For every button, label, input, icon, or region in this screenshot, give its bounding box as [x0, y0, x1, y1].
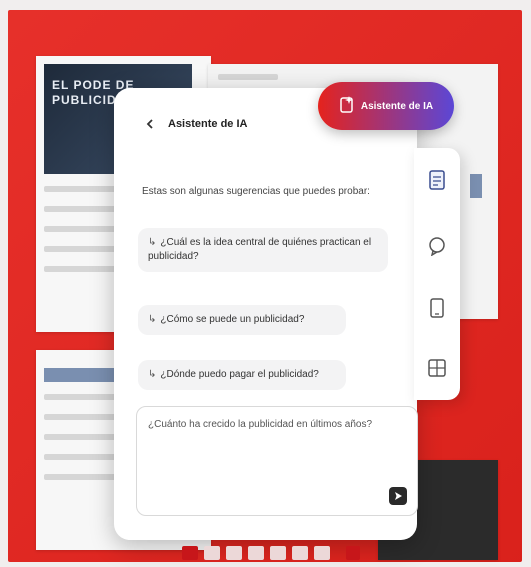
suggestions-intro: Estas son algunas sugerencias que puedes…: [142, 186, 370, 197]
chat-bubble-icon[interactable]: [425, 234, 449, 258]
suggestion-text: ¿Cuál es la idea central de quiénes prac…: [148, 237, 372, 262]
chevron-left-icon[interactable]: [142, 116, 158, 132]
reply-arrow-icon: ↳: [148, 314, 157, 325]
ai-assistant-button-label: Asistente de IA: [360, 100, 434, 112]
side-accent: [470, 174, 482, 198]
suggestion-item[interactable]: ↳ ¿Dónde puedo pagar el publicidad?: [138, 360, 346, 390]
message-composer: [136, 406, 418, 516]
suggestion-item[interactable]: ↳ ¿Cómo se puede un publicidad?: [138, 305, 346, 335]
page-dot[interactable]: [204, 546, 220, 560]
page-dot[interactable]: [226, 546, 242, 560]
panel-title: Asistente de IA: [168, 118, 248, 130]
ai-assistant-button[interactable]: Asistente de IA: [318, 82, 454, 130]
document-icon[interactable]: [425, 168, 449, 192]
page-dot[interactable]: [292, 546, 308, 560]
reply-arrow-icon: ↳: [148, 237, 157, 248]
suggestion-text: ¿Dónde puedo pagar el publicidad?: [160, 369, 319, 380]
text-line: [218, 74, 278, 80]
tool-rail: [414, 148, 460, 400]
ai-assistant-panel: Asistente de IA Estas son algunas sugere…: [114, 88, 418, 540]
page-dot[interactable]: [248, 546, 264, 560]
page-dot[interactable]: [270, 546, 286, 560]
mobile-icon[interactable]: [425, 296, 449, 320]
page-pagination: [182, 546, 330, 560]
table-header-bar: [44, 368, 124, 382]
send-icon[interactable]: [389, 487, 407, 505]
panel-header: Asistente de IA: [142, 116, 247, 132]
page-dot[interactable]: [182, 546, 198, 560]
sparkle-document-icon: [339, 95, 355, 117]
last-page-dot[interactable]: [346, 546, 360, 560]
reply-arrow-icon: ↳: [148, 369, 157, 380]
grid-layout-icon[interactable]: [425, 356, 449, 380]
message-input[interactable]: [146, 417, 410, 491]
page-dot[interactable]: [314, 546, 330, 560]
suggestion-item[interactable]: ↳ ¿Cuál es la idea central de quiénes pra…: [138, 228, 388, 272]
suggestion-text: ¿Cómo se puede un publicidad?: [160, 314, 305, 325]
